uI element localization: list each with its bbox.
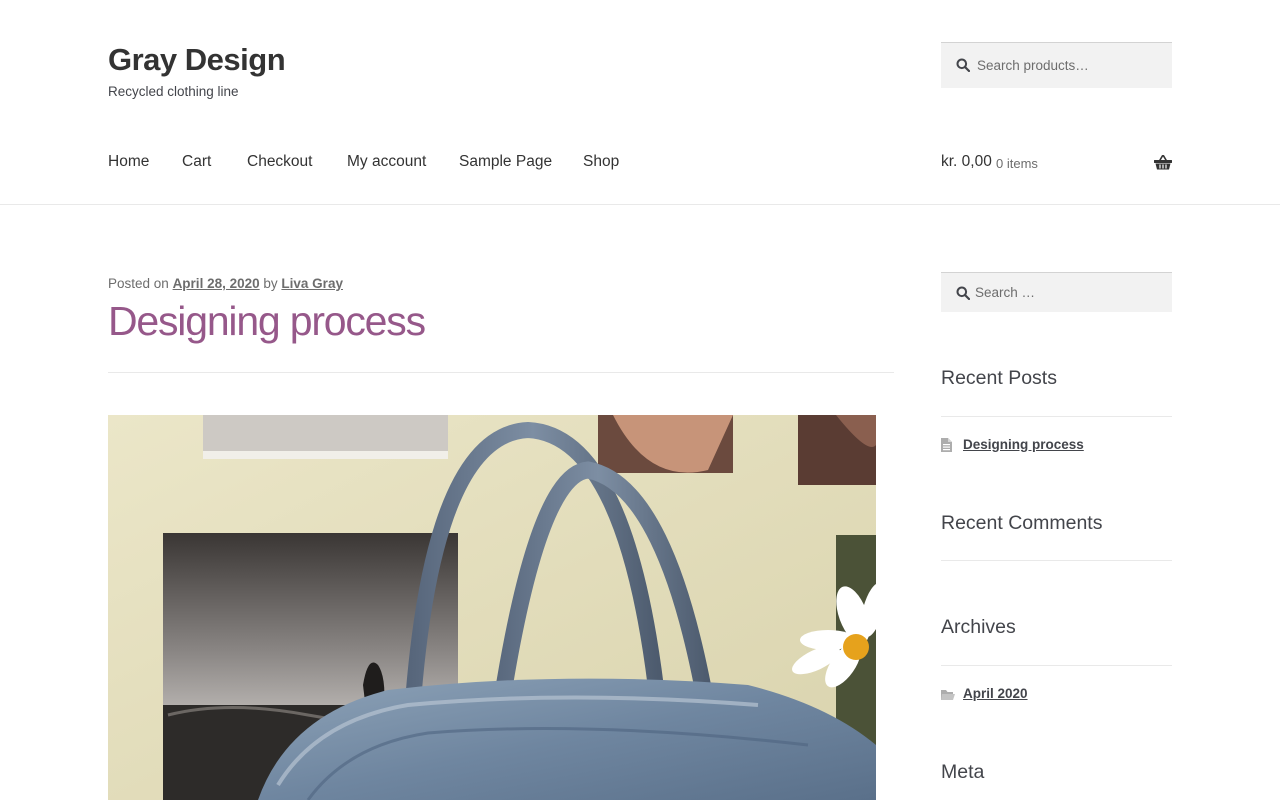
site-header: Gray Design Recycled clothing line Home … <box>0 0 1280 205</box>
sidebar-search-form <box>941 272 1172 312</box>
recent-comments-divider <box>941 560 1172 561</box>
header-cart[interactable]: kr. 0,00 0 items <box>941 153 1172 177</box>
document-icon <box>941 438 952 457</box>
product-search-form <box>941 42 1172 88</box>
recent-comments-title: Recent Comments <box>941 512 1103 534</box>
by-label: by <box>263 276 278 291</box>
cart-count: 0 items <box>996 156 1038 171</box>
nav-item-sample-page[interactable]: Sample Page <box>459 153 552 171</box>
post-featured-image <box>108 415 876 800</box>
folder-icon <box>941 688 955 706</box>
nav-item-home[interactable]: Home <box>108 153 149 171</box>
search-icon <box>956 286 971 305</box>
post-title: Designing process <box>108 298 426 344</box>
site-title[interactable]: Gray Design <box>108 42 286 78</box>
site-description: Recycled clothing line <box>108 84 239 99</box>
nav-item-shop[interactable]: Shop <box>583 153 619 171</box>
recent-posts-divider <box>941 416 1172 417</box>
sidebar-search-input[interactable] <box>975 273 1165 312</box>
title-divider <box>108 372 894 373</box>
posted-on-label: Posted on <box>108 276 169 291</box>
archives-divider <box>941 665 1172 666</box>
meta-title: Meta <box>941 761 985 783</box>
post-meta: Posted on April 28, 2020 by Liva Gray <box>108 276 343 291</box>
basket-icon <box>1154 155 1172 175</box>
product-search-input[interactable] <box>977 43 1167 88</box>
nav-item-cart[interactable]: Cart <box>182 153 211 171</box>
recent-posts-title: Recent Posts <box>941 367 1057 389</box>
nav-item-checkout[interactable]: Checkout <box>247 153 312 171</box>
archives-title: Archives <box>941 616 1016 638</box>
post-author-link[interactable]: Liva Gray <box>281 276 343 291</box>
search-icon <box>956 58 971 77</box>
nav-item-my-account[interactable]: My account <box>347 153 426 171</box>
recent-post-link[interactable]: Designing process <box>963 437 1084 452</box>
cart-amount: kr. 0,00 <box>941 153 992 170</box>
post-date-link[interactable]: April 28, 2020 <box>173 276 260 291</box>
archive-link-april-2020[interactable]: April 2020 <box>963 686 1028 701</box>
